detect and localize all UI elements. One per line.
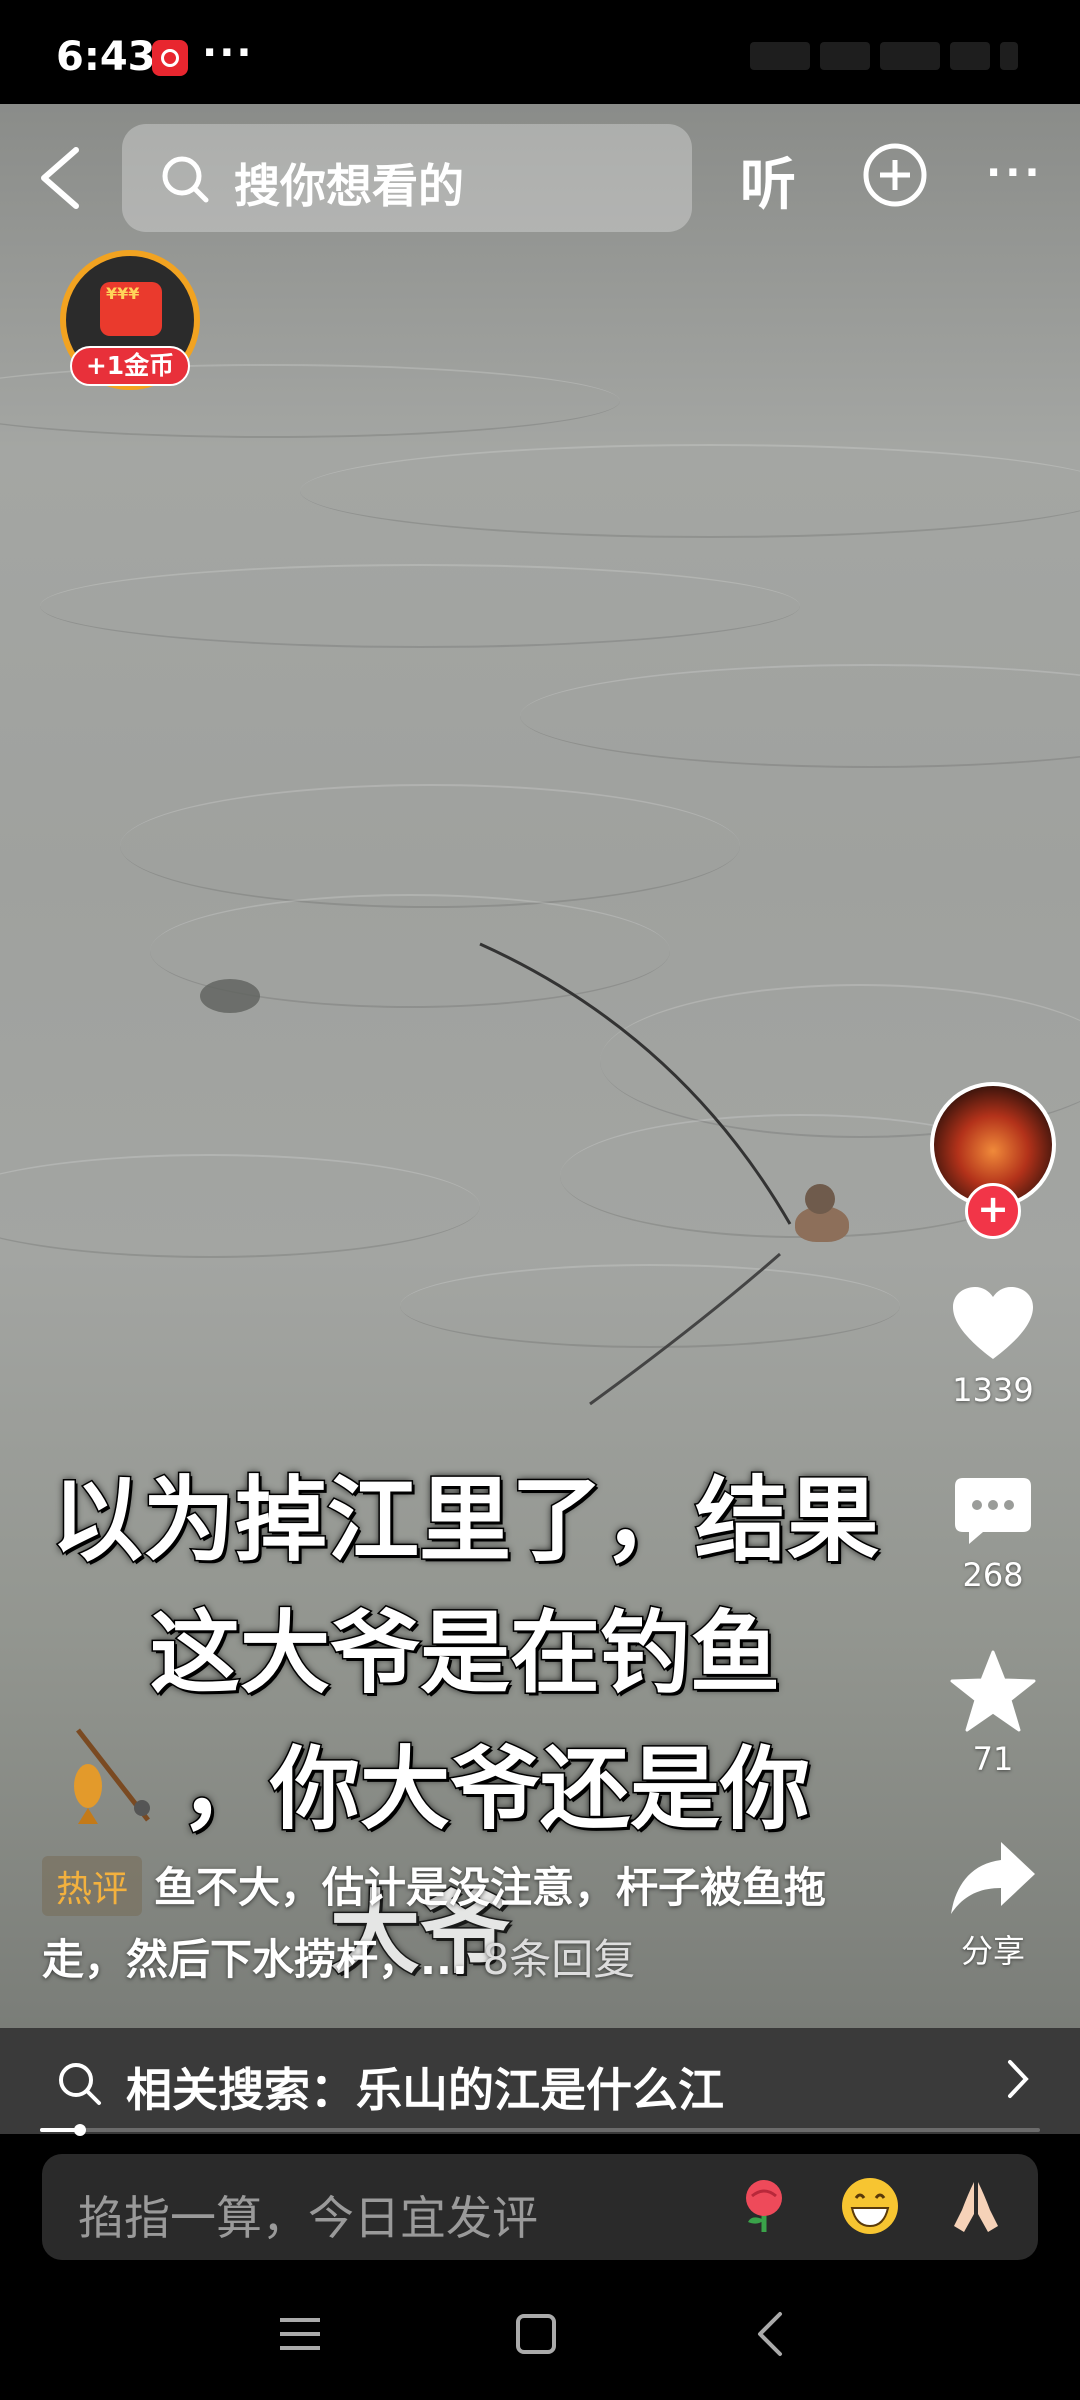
add-button[interactable]: [862, 142, 928, 208]
status-indicators: [750, 42, 1020, 72]
heart-icon: [953, 1287, 1033, 1359]
video-progress-bar[interactable]: [40, 2124, 1040, 2136]
hot-comment-replies[interactable]: 8条回复: [483, 1935, 636, 1984]
coin-badge: +1金币: [70, 346, 190, 386]
comment-count: 268: [962, 1556, 1024, 1594]
caption-line-3: ，你大爷还是你: [179, 1736, 812, 1844]
search-icon: [162, 156, 209, 203]
search-placeholder: 搜你想看的: [234, 159, 464, 213]
comment-placeholder: 掐指一算，今日宜发评: [78, 2191, 538, 2245]
swimmer: [795, 1184, 849, 1244]
progress-thumb[interactable]: [74, 2124, 86, 2136]
like-count: 1339: [952, 1371, 1034, 1409]
home-icon[interactable]: [506, 2304, 566, 2364]
status-more-dots: ···: [202, 30, 254, 76]
add-icon: [863, 143, 927, 207]
share-icon: [951, 1842, 1035, 1914]
search-icon: [59, 2063, 101, 2105]
share-label: 分享: [960, 1932, 1025, 1970]
comment-input[interactable]: 掐指一算，今日宜发评: [42, 2154, 1038, 2260]
caption-line-1: 以为掉江里了，结果: [49, 1466, 880, 1576]
like-button[interactable]: 1339: [930, 1285, 1056, 1409]
share-button[interactable]: 分享: [930, 1838, 1056, 1972]
back-button[interactable]: [28, 140, 92, 216]
back-icon[interactable]: [742, 2304, 802, 2364]
hot-comment-tag: 热评: [42, 1856, 143, 1916]
comment-button[interactable]: 268: [930, 1476, 1056, 1594]
chevron-left-icon: [41, 147, 79, 209]
status-time: 6:43: [56, 34, 156, 80]
comment-icon: [955, 1478, 1031, 1544]
fishing-rod-emoji: [74, 1728, 150, 1824]
status-bar: 6:43 ···: [0, 0, 1080, 104]
rose-emoji[interactable]: [732, 2174, 796, 2238]
app-notification-icon: [152, 40, 188, 76]
hot-comment[interactable]: 鱼不大，估计是没注意，杆子被鱼拖走，然后下水捞杆，... 8条回复: [42, 1852, 892, 1996]
chevron-right-icon: [1008, 2060, 1029, 2098]
menu-icon[interactable]: [270, 2304, 330, 2364]
red-packet-icon: [100, 282, 162, 336]
related-search-bar[interactable]: 相关搜索：乐山的江是什么江: [0, 2028, 1080, 2134]
grin-emoji[interactable]: [838, 2174, 902, 2238]
search-input[interactable]: 搜你想看的: [122, 124, 692, 232]
caption-line-2: 这大爷是在钓鱼: [149, 1600, 782, 1708]
listen-button[interactable]: 听: [740, 140, 796, 221]
related-search-label: 相关搜索：乐山的江是什么江: [126, 2063, 724, 2117]
system-nav-bar: [0, 2260, 1080, 2400]
hot-comment-text: 鱼不大，估计是没注意，杆子被鱼拖走，然后下水捞杆，...: [42, 1863, 827, 1984]
pray-emoji[interactable]: [944, 2174, 1008, 2238]
star-icon: [950, 1650, 1036, 1732]
more-button[interactable]: ···: [986, 150, 1044, 196]
follow-button[interactable]: +: [965, 1183, 1021, 1239]
